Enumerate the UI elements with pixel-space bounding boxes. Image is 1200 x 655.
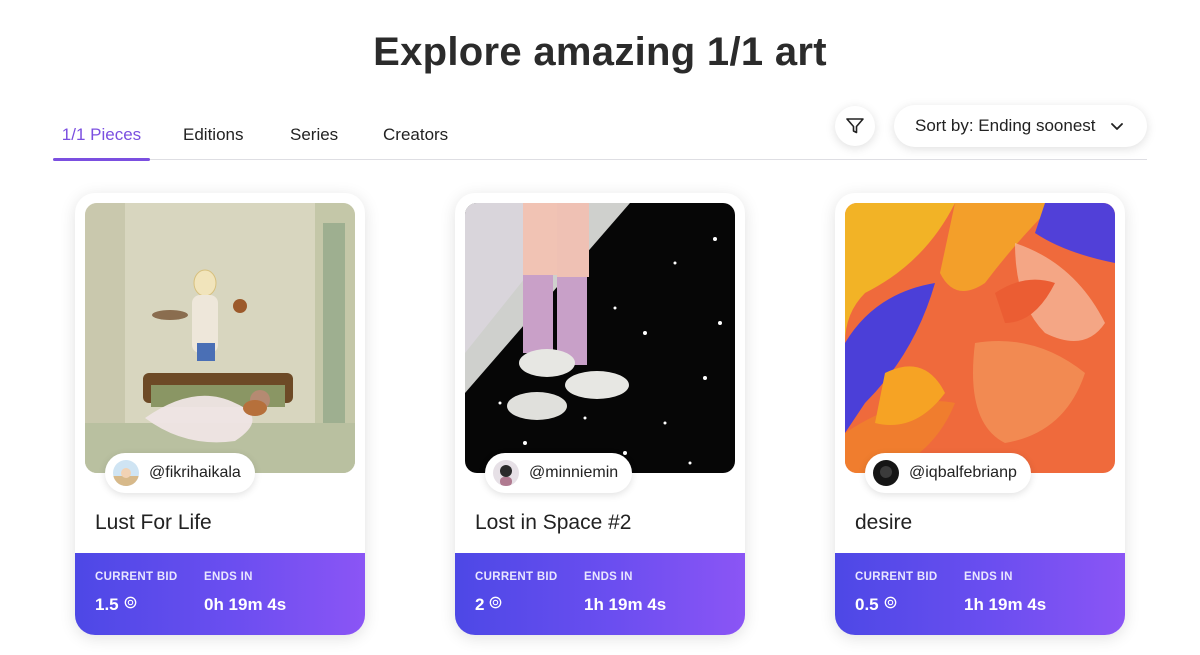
tezos-icon xyxy=(490,596,502,609)
current-bid-value: 1.5 xyxy=(95,595,137,615)
page-title: Explore amazing 1/1 art xyxy=(373,30,827,74)
current-bid-value: 2 xyxy=(475,595,502,615)
tezos-icon xyxy=(124,596,136,609)
creator-handle: @iqbalfebrianp xyxy=(909,464,1017,481)
chevron-down-icon xyxy=(1111,123,1123,130)
card-title[interactable]: Lost in Space #2 xyxy=(475,511,631,535)
card-title[interactable]: desire xyxy=(855,511,912,535)
artwork-image[interactable] xyxy=(465,203,735,473)
ends-in-value: 0h 19m 4s xyxy=(204,595,287,614)
sort-dropdown[interactable]: Sort by: Ending soonest xyxy=(894,105,1147,147)
bid-panel: CURRENT BID ENDS IN 0.5 1h 19m 4s xyxy=(835,553,1125,635)
current-bid-label: CURRENT BID xyxy=(95,571,178,583)
current-bid-label: CURRENT BID xyxy=(855,571,938,583)
creator-pill[interactable]: @minniemin xyxy=(485,453,633,493)
card-title[interactable]: Lust For Life xyxy=(95,511,212,535)
artwork-card[interactable]: @minniemin Lost in Space #2 CURRENT BID … xyxy=(455,193,745,635)
ends-in-label: ENDS IN xyxy=(964,571,1013,583)
tab-1-1-pieces[interactable]: 1/1 Pieces xyxy=(53,125,150,161)
creator-pill[interactable]: @fikrihaikala xyxy=(105,453,255,493)
bid-panel: CURRENT BID ENDS IN 1.5 0h 19m 4s xyxy=(75,553,365,635)
tab-creators[interactable]: Creators xyxy=(383,125,448,159)
current-bid-amount: 2 xyxy=(475,595,485,614)
filter-button[interactable] xyxy=(835,106,875,146)
current-bid-label: CURRENT BID xyxy=(475,571,558,583)
avatar xyxy=(113,460,139,486)
artwork-card[interactable]: @iqbalfebrianp desire CURRENT BID ENDS I… xyxy=(835,193,1125,635)
current-bid-amount: 0.5 xyxy=(855,595,879,614)
bid-panel: CURRENT BID ENDS IN 2 1h 19m 4s xyxy=(455,553,745,635)
artwork-image[interactable] xyxy=(85,203,355,473)
tezos-icon xyxy=(884,596,896,609)
sort-label: Sort by: Ending soonest xyxy=(915,116,1096,135)
ends-in-value: 1h 19m 4s xyxy=(584,595,667,614)
artwork-card[interactable]: @fikrihaikala Lust For Life CURRENT BID … xyxy=(75,193,365,635)
current-bid-value: 0.5 xyxy=(855,595,897,615)
tab-series[interactable]: Series xyxy=(290,125,338,159)
avatar xyxy=(493,460,519,486)
creator-handle: @minniemin xyxy=(529,464,619,481)
artwork-image[interactable] xyxy=(845,203,1115,473)
ends-in-label: ENDS IN xyxy=(204,571,253,583)
ends-in-value: 1h 19m 4s xyxy=(964,595,1047,614)
tab-editions[interactable]: Editions xyxy=(183,125,243,159)
creator-handle: @fikrihaikala xyxy=(149,464,241,481)
current-bid-amount: 1.5 xyxy=(95,595,119,614)
avatar xyxy=(873,460,899,486)
ends-in-label: ENDS IN xyxy=(584,571,633,583)
creator-pill[interactable]: @iqbalfebrianp xyxy=(865,453,1031,493)
filter-icon xyxy=(846,118,864,134)
